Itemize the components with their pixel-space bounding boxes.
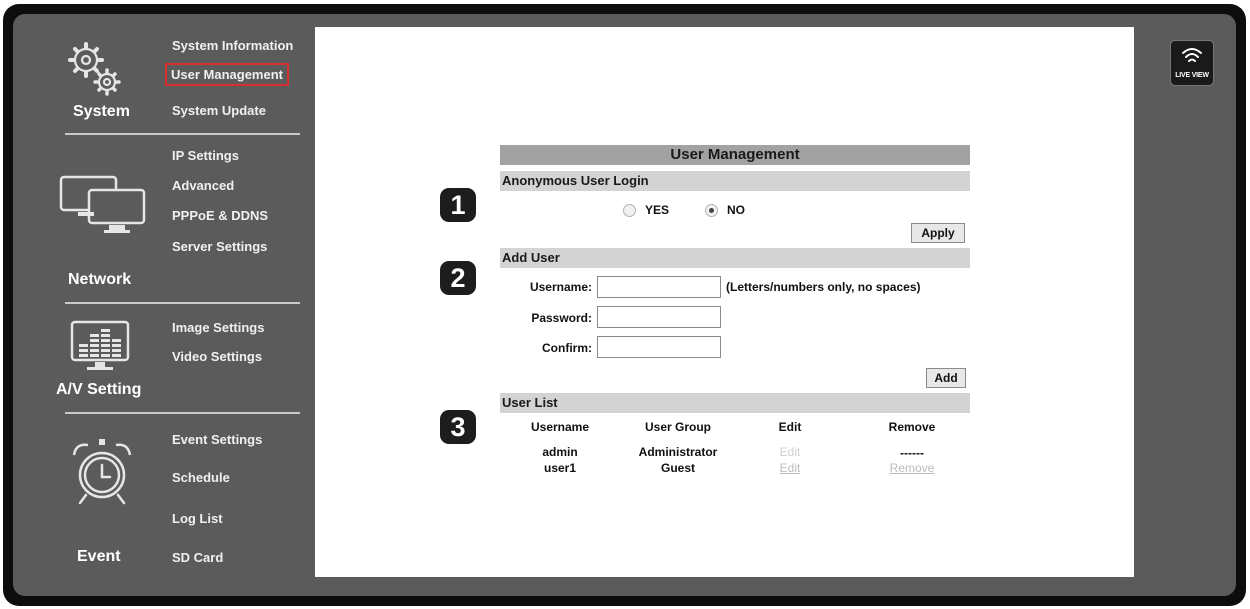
nav-user-management[interactable]: User Management <box>165 63 289 86</box>
content-area <box>315 27 1134 577</box>
radio-no[interactable] <box>705 204 718 217</box>
row2-group: Guest <box>660 461 695 475</box>
password-label: Password: <box>531 311 592 325</box>
username-hint: (Letters/numbers only, no spaces) <box>726 280 921 294</box>
col-user-group: User Group <box>644 420 711 434</box>
row1-group: Administrator <box>638 445 718 459</box>
confirm-field[interactable] <box>597 336 721 358</box>
row1-edit: Edit <box>779 445 801 459</box>
username-field[interactable] <box>597 276 721 298</box>
divider <box>65 133 300 135</box>
step-badge-2: 2 <box>440 261 476 295</box>
col-username: Username <box>530 420 590 434</box>
nav-sd-card[interactable]: SD Card <box>172 550 223 565</box>
nav-advanced[interactable]: Advanced <box>172 178 234 193</box>
username-label: Username: <box>529 280 592 294</box>
nav-system-update[interactable]: System Update <box>172 103 266 118</box>
nav-log-list[interactable]: Log List <box>172 511 223 526</box>
divider <box>65 412 300 414</box>
row2-remove-link[interactable]: Remove <box>872 461 952 475</box>
section-title-av: A/V Setting <box>56 381 142 398</box>
alarm-clock-icon <box>72 439 132 505</box>
add-button[interactable]: Add <box>926 368 966 388</box>
confirm-label: Confirm: <box>542 341 592 355</box>
section-title-system: System <box>73 103 130 120</box>
nav-pppoe-ddns[interactable]: PPPoE & DDNS <box>172 208 268 223</box>
section-title-event: Event <box>77 548 121 565</box>
nav-event-settings[interactable]: Event Settings <box>172 432 262 447</box>
row1-remove: ------ <box>900 446 924 460</box>
add-user-header: Add User <box>500 248 970 268</box>
radio-yes[interactable] <box>623 204 636 217</box>
row2-username: user1 <box>543 461 577 475</box>
step-badge-1: 1 <box>440 188 476 222</box>
nav-video-settings[interactable]: Video Settings <box>172 349 262 364</box>
nav-ip-settings[interactable]: IP Settings <box>172 148 239 163</box>
step-badge-3: 3 <box>440 410 476 444</box>
user-list-header: User List <box>500 393 970 413</box>
monitors-icon <box>59 175 146 233</box>
nav-schedule[interactable]: Schedule <box>172 470 230 485</box>
nav-server-settings[interactable]: Server Settings <box>172 239 267 254</box>
col-edit: Edit <box>778 420 802 434</box>
radio-no-label: NO <box>727 203 745 217</box>
wifi-signal-icon <box>1182 48 1202 62</box>
col-remove: Remove <box>888 420 936 434</box>
radio-yes-label: YES <box>645 203 670 217</box>
page-title: User Management <box>500 145 970 165</box>
equalizer-monitor-icon <box>70 320 130 370</box>
live-view-button[interactable]: LIVE VIEW <box>1170 40 1214 86</box>
password-field[interactable] <box>597 306 721 328</box>
live-view-label: LIVE VIEW <box>1175 72 1209 79</box>
row1-username: admin <box>542 445 578 459</box>
nav-image-settings[interactable]: Image Settings <box>172 320 264 335</box>
section-title-network: Network <box>68 271 132 288</box>
anonymous-login-header: Anonymous User Login <box>500 171 970 191</box>
divider <box>65 302 300 304</box>
row2-edit-link[interactable]: Edit <box>765 461 815 475</box>
apply-button[interactable]: Apply <box>911 223 965 243</box>
nav-system-information[interactable]: System Information <box>172 38 293 53</box>
gears-icon <box>68 42 121 96</box>
